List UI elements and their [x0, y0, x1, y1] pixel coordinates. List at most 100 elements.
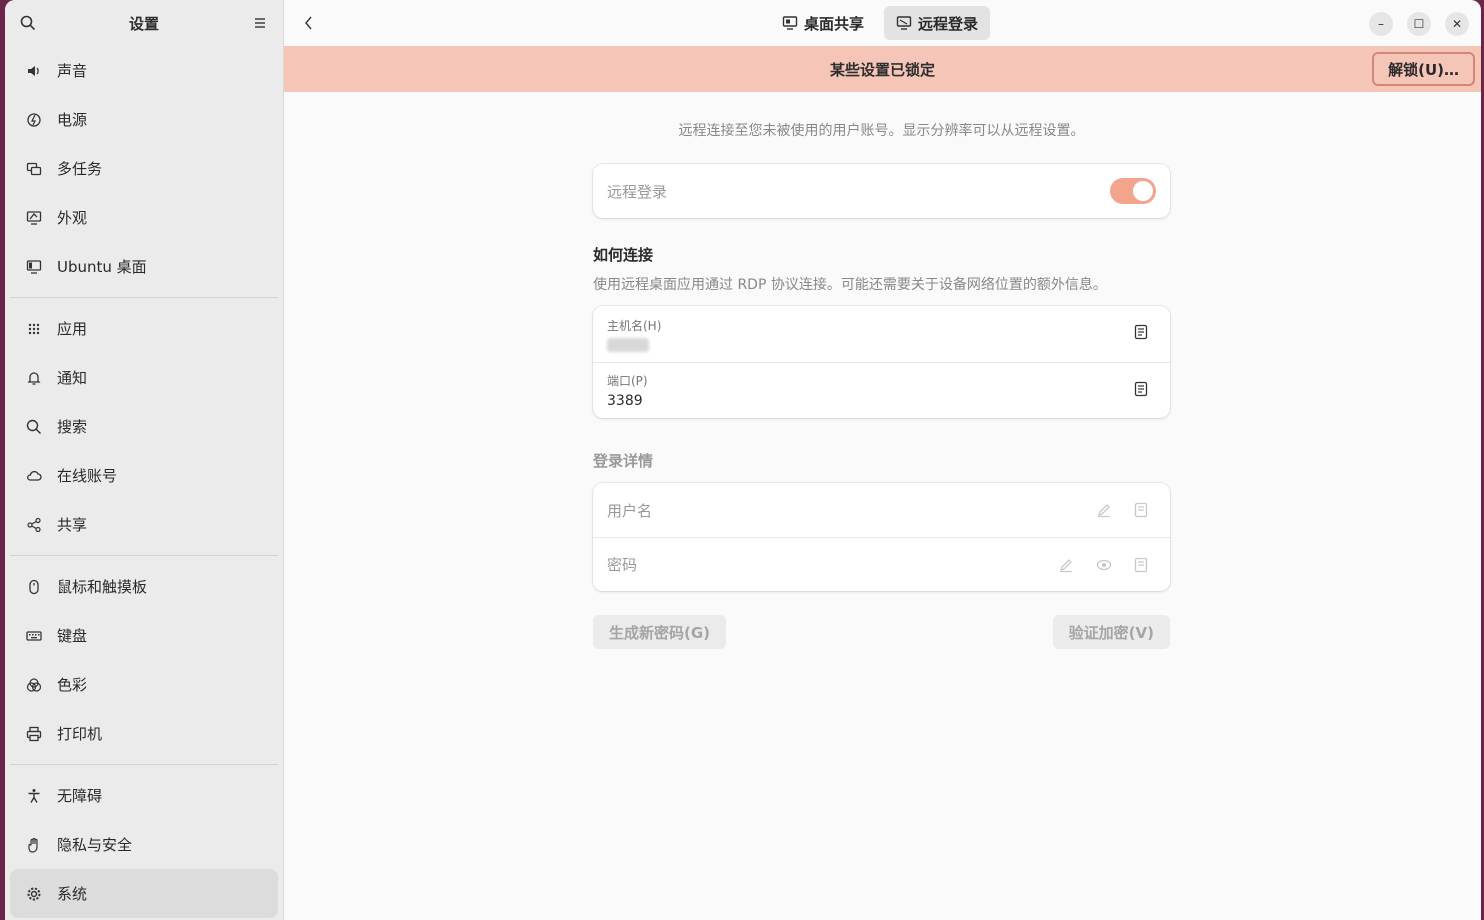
edit-password-icon[interactable]	[1058, 557, 1074, 573]
copy-username-icon[interactable]	[1134, 502, 1148, 518]
settings-window: 设置 声音 电源 多任务 外观 Ubuntu 桌面 应用 通知 搜索 在线账号 共享 鼠标和触摸板键…	[5, 0, 1481, 920]
hand-icon	[24, 835, 44, 855]
password-actions	[1058, 557, 1148, 573]
show-password-eye-icon[interactable]	[1096, 557, 1112, 573]
desktop-sharing-icon	[782, 16, 798, 30]
edit-username-icon[interactable]	[1096, 502, 1112, 518]
multitasking-icon	[24, 159, 44, 179]
sidebar-item-hand[interactable]: 隐私与安全	[10, 820, 278, 869]
close-button[interactable]: ✕	[1445, 12, 1469, 36]
sidebar-item-label: 隐私与安全	[57, 836, 133, 854]
back-button[interactable]	[298, 12, 320, 34]
remote-login-label: 远程登录	[607, 182, 668, 201]
unlock-button[interactable]: 解锁(U)…	[1372, 52, 1475, 86]
remote-login-toggle-row: 远程登录	[593, 164, 1170, 218]
remote-login-icon	[896, 16, 912, 30]
sidebar-item-accessibility[interactable]: 无障碍	[10, 771, 278, 820]
sidebar-item-bell[interactable]: 通知	[10, 353, 278, 402]
sidebar-item-label: 多任务	[57, 160, 103, 178]
sidebar-item-multitasking[interactable]: 多任务	[10, 144, 278, 193]
color-icon	[24, 675, 44, 695]
hostname-label: 主机名(H)	[607, 318, 662, 333]
sidebar-item-keyboard[interactable]: 键盘	[10, 611, 278, 660]
sidebar-item-ubuntu-desktop[interactable]: Ubuntu 桌面	[10, 242, 278, 291]
hostname-redacted	[607, 337, 649, 352]
sidebar-item-label: 键盘	[57, 627, 88, 645]
sidebar-item-power[interactable]: 电源	[10, 95, 278, 144]
connection-info-card: 主机名(H) 端口(P) 3389	[593, 306, 1170, 418]
sidebar-item-label: 外观	[57, 209, 88, 227]
minimize-button[interactable]: –	[1369, 12, 1393, 36]
sidebar-item-cloud[interactable]: 在线账号	[10, 451, 278, 500]
sidebar-separator	[10, 297, 278, 298]
sidebar: 设置 声音 电源 多任务 外观 Ubuntu 桌面 应用 通知 搜索 在线账号 共享 鼠标和触摸板键…	[5, 0, 284, 920]
sidebar-item-label: 声音	[57, 62, 88, 80]
minimize-icon: –	[1378, 17, 1384, 31]
sidebar-item-label: 共享	[57, 516, 88, 534]
tab-desktop-sharing[interactable]: 桌面共享	[770, 6, 876, 40]
power-icon	[24, 110, 44, 130]
appearance-icon	[24, 208, 44, 228]
sidebar-item-label: 应用	[57, 320, 88, 338]
copy-port-button[interactable]	[1134, 381, 1148, 401]
sidebar-item-color[interactable]: 色彩	[10, 660, 278, 709]
search-button[interactable]	[17, 12, 39, 34]
speaker-icon	[24, 61, 44, 81]
remote-login-switch[interactable]	[1110, 178, 1156, 204]
maximize-button[interactable]: ☐	[1407, 12, 1431, 36]
keyboard-icon	[24, 626, 44, 646]
copy-hostname-button[interactable]	[1134, 324, 1148, 344]
copy-icon	[1134, 381, 1148, 396]
verify-encryption-button[interactable]: 验证加密(V)	[1052, 615, 1170, 649]
cloud-icon	[24, 466, 44, 486]
sidebar-item-label: 鼠标和触摸板	[57, 578, 148, 596]
page-description: 远程连接至您未被使用的用户账号。显示分辨率可以从远程设置。	[678, 123, 1085, 139]
window-controls: – ☐ ✕	[1369, 12, 1469, 36]
header-bar: 桌面共享 远程登录 – ☐ ✕	[284, 0, 1481, 46]
sidebar-item-label: 打印机	[57, 725, 103, 743]
sidebar-item-search[interactable]: 搜索	[10, 402, 278, 451]
sidebar-item-label: 通知	[57, 369, 88, 387]
sidebar-item-label: 无障碍	[57, 787, 103, 805]
apps-grid-icon	[24, 319, 44, 339]
menu-button[interactable]	[249, 12, 271, 34]
username-label: 用户名	[607, 501, 653, 520]
hostname-value	[607, 337, 649, 352]
close-icon: ✕	[1451, 17, 1463, 31]
printer-icon	[24, 724, 44, 744]
sidebar-item-label: Ubuntu 桌面	[57, 258, 147, 276]
sidebar-item-mouse[interactable]: 鼠标和触摸板	[10, 562, 278, 611]
copy-password-icon[interactable]	[1134, 557, 1148, 573]
locked-banner-text: 某些设置已锁定	[829, 60, 935, 79]
sidebar-item-label: 在线账号	[57, 467, 118, 485]
generate-password-button[interactable]: 生成新密码(G)	[593, 615, 727, 649]
port-value: 3389	[607, 393, 643, 409]
sidebar-item-apps-grid[interactable]: 应用	[10, 304, 278, 353]
gear-icon	[24, 884, 44, 904]
tab-remote-login[interactable]: 远程登录	[884, 6, 991, 40]
hostname-row: 主机名(H)	[593, 306, 1170, 362]
login-details-title: 登录详情	[593, 452, 654, 470]
maximize-icon: ☐	[1413, 17, 1425, 31]
login-details-card: 用户名 密码	[593, 483, 1170, 591]
sidebar-item-gear[interactable]: 系统	[10, 869, 278, 918]
port-row: 端口(P) 3389	[593, 362, 1170, 418]
sidebar-item-speaker[interactable]: 声音	[10, 46, 278, 95]
sidebar-item-label: 色彩	[57, 676, 88, 694]
sidebar-separator	[10, 555, 278, 556]
sidebar-item-label: 电源	[57, 111, 88, 129]
tab-desktop-sharing-label: 桌面共享	[804, 14, 865, 33]
how-to-connect-title: 如何连接	[593, 246, 654, 264]
accessibility-icon	[24, 786, 44, 806]
chevron-left-icon	[305, 16, 312, 30]
how-to-connect-description: 使用远程桌面应用通过 RDP 协议连接。可能还需要关于设备网络位置的额外信息。	[593, 277, 1107, 293]
password-label: 密码	[607, 556, 638, 574]
username-row: 用户名	[593, 483, 1170, 537]
sidebar-item-printer[interactable]: 打印机	[10, 709, 278, 758]
sidebar-item-share[interactable]: 共享	[10, 500, 278, 549]
tab-remote-login-label: 远程登录	[918, 14, 979, 33]
sidebar-item-appearance[interactable]: 外观	[10, 193, 278, 242]
username-actions	[1096, 502, 1148, 518]
copy-icon	[1134, 324, 1148, 340]
main-pane: 桌面共享 远程登录 – ☐ ✕ 某些设置已锁定 解锁(U)… 远程连接至您未被使…	[284, 0, 1481, 920]
